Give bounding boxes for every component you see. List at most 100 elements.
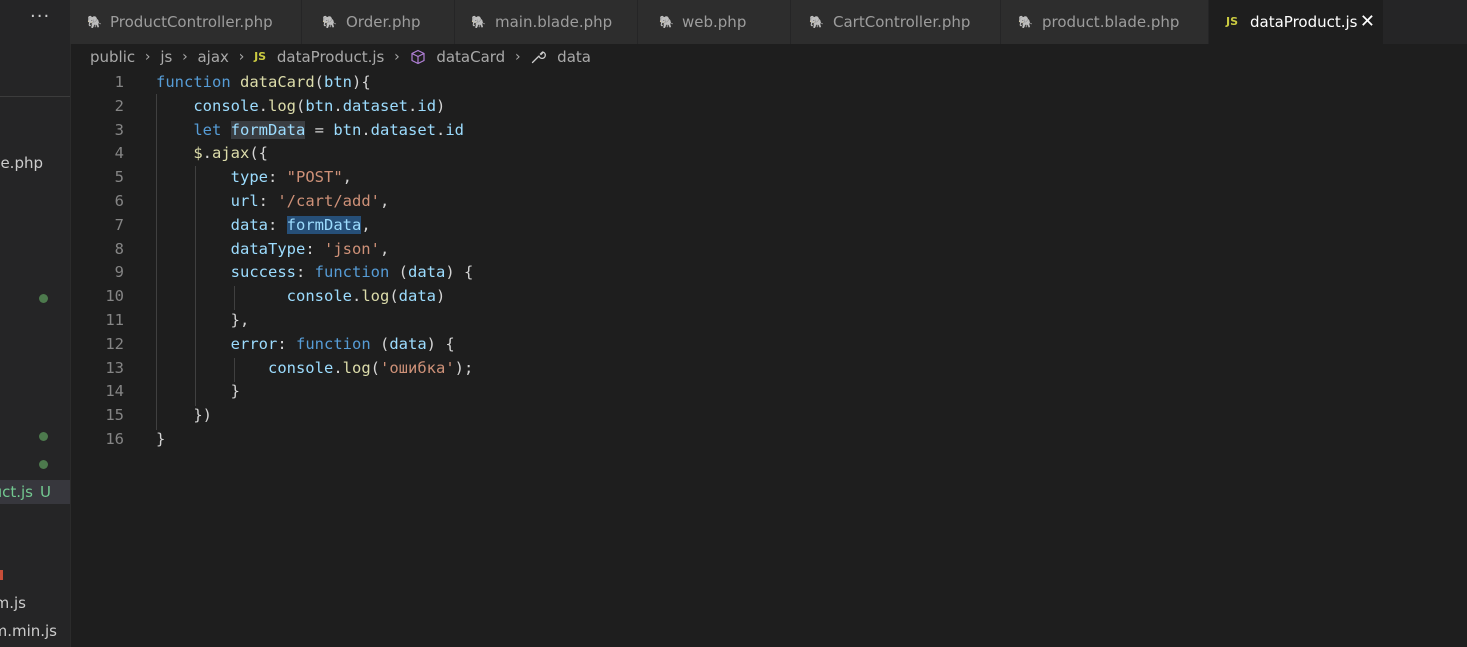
code-token: dataType xyxy=(230,239,306,258)
line-number: 11 xyxy=(105,311,124,329)
code-text: success: function (data) { xyxy=(156,260,474,284)
tab-cartcontroller[interactable]: 🐘 CartController.php xyxy=(791,0,1001,44)
tab-productcontroller[interactable]: 🐘 ProductController.php xyxy=(70,0,302,44)
code-text: } xyxy=(156,379,240,403)
line-number: 7 xyxy=(114,215,124,234)
file-name: m.js xyxy=(0,594,26,612)
code-token: btn xyxy=(324,73,352,91)
file-item[interactable]: ge.php xyxy=(0,151,70,175)
line-number: 12 xyxy=(105,334,124,353)
code-token: console xyxy=(267,358,334,377)
code-text: $.ajax({ xyxy=(156,141,268,165)
code-token: } xyxy=(230,382,240,401)
tab-main-blade[interactable]: 🐘 main.blade.php xyxy=(455,0,638,44)
code-token: type xyxy=(230,168,268,187)
code-token: . xyxy=(258,96,268,115)
code-token: : xyxy=(267,168,287,187)
php-elephant-icon: 🐘 xyxy=(1018,15,1033,29)
code-token: , xyxy=(361,215,371,234)
file-name: ge.php xyxy=(0,154,43,172)
breadcrumb-item[interactable]: public xyxy=(90,48,135,66)
code-token: id xyxy=(445,120,464,139)
close-icon[interactable]: ✕ xyxy=(1360,0,1375,44)
code-token: btn xyxy=(333,120,362,139)
code-token: ajax xyxy=(212,144,250,163)
breadcrumb: public › js › ajax › JS dataProduct.js ›… xyxy=(90,47,591,69)
code-token: formData xyxy=(286,215,362,234)
code-token: '/cart/add' xyxy=(277,192,380,210)
code-token: . xyxy=(202,144,213,163)
code-editor[interactable]: 1 function dataCard(btn){2 console.log(bt… xyxy=(70,70,1467,647)
code-text: console.log('ошибка'); xyxy=(156,356,473,380)
js-icon: JS xyxy=(254,50,267,63)
breadcrumb-item[interactable]: js xyxy=(160,48,172,66)
wrench-icon xyxy=(530,48,547,66)
code-text: dataType: 'json', xyxy=(156,237,390,261)
tab-order[interactable]: 🐘 Order.php xyxy=(302,0,455,44)
file-item[interactable]: m.min.js xyxy=(0,619,70,643)
code-token: function xyxy=(156,73,240,91)
code-token: console xyxy=(193,96,259,115)
tab-label: CartController.php xyxy=(833,13,971,31)
breadcrumb-item[interactable]: data xyxy=(557,48,591,66)
file-item[interactable]: m.js xyxy=(0,591,70,615)
line-number: 16 xyxy=(105,430,124,448)
code-token: ( xyxy=(314,73,324,91)
line-number: 15 xyxy=(105,406,124,425)
code-token: ( xyxy=(389,287,399,306)
code-token: }) xyxy=(193,406,212,425)
php-elephant-icon: 🐘 xyxy=(659,15,674,29)
php-elephant-icon: 🐘 xyxy=(471,15,486,29)
editor-tab-bar: 🐘 ProductController.php 🐘 Order.php 🐘 ma… xyxy=(70,0,1467,44)
tab-label: product.blade.php xyxy=(1042,13,1180,31)
code-token: dataset xyxy=(370,120,436,139)
line-number: 8 xyxy=(114,239,124,258)
code-token: : xyxy=(258,192,278,210)
code-text: console.log(btn.dataset.id) xyxy=(156,94,445,118)
code-token: ){ xyxy=(352,73,371,91)
line-number: 6 xyxy=(114,192,124,210)
code-token: ) xyxy=(436,287,446,306)
chevron-right-icon: › xyxy=(394,48,400,65)
code-token: log xyxy=(361,287,390,306)
line-number: 14 xyxy=(105,382,124,401)
code-token: function xyxy=(296,334,380,353)
breadcrumb-item[interactable]: dataCard xyxy=(436,48,505,66)
line-number: 4 xyxy=(114,144,124,163)
code-token: , xyxy=(379,192,390,210)
breadcrumb-item[interactable]: dataProduct.js xyxy=(277,48,385,66)
code-text: function dataCard(btn){ xyxy=(156,70,371,94)
code-token: success xyxy=(230,263,296,282)
code-token: : xyxy=(277,334,296,353)
file-item-selected[interactable]: uct.js U xyxy=(0,480,70,504)
file-name: uct.js xyxy=(0,483,33,501)
code-token: ) { xyxy=(445,263,474,282)
untracked-badge: U xyxy=(40,483,51,501)
tab-dataproduct-js[interactable]: JS dataProduct.js ✕ xyxy=(1209,0,1384,44)
code-token: . xyxy=(361,120,371,139)
code-token: data xyxy=(408,263,446,282)
line-number: 9 xyxy=(114,263,124,282)
code-token: }, xyxy=(230,311,250,329)
tab-label: ProductController.php xyxy=(110,13,273,31)
tab-product-blade[interactable]: 🐘 product.blade.php xyxy=(1001,0,1209,44)
code-token: . xyxy=(333,96,343,115)
code-token: data xyxy=(389,334,427,353)
code-token: ( xyxy=(370,358,380,377)
code-token: . xyxy=(351,287,362,306)
more-actions-icon[interactable]: ··· xyxy=(30,6,50,27)
code-token: data xyxy=(230,215,268,234)
breadcrumb-item[interactable]: ajax xyxy=(197,48,228,66)
code-token: "POST" xyxy=(286,168,343,187)
cube-icon xyxy=(410,48,426,66)
tab-web[interactable]: 🐘 web.php xyxy=(638,0,791,44)
code-token: function xyxy=(314,263,399,282)
